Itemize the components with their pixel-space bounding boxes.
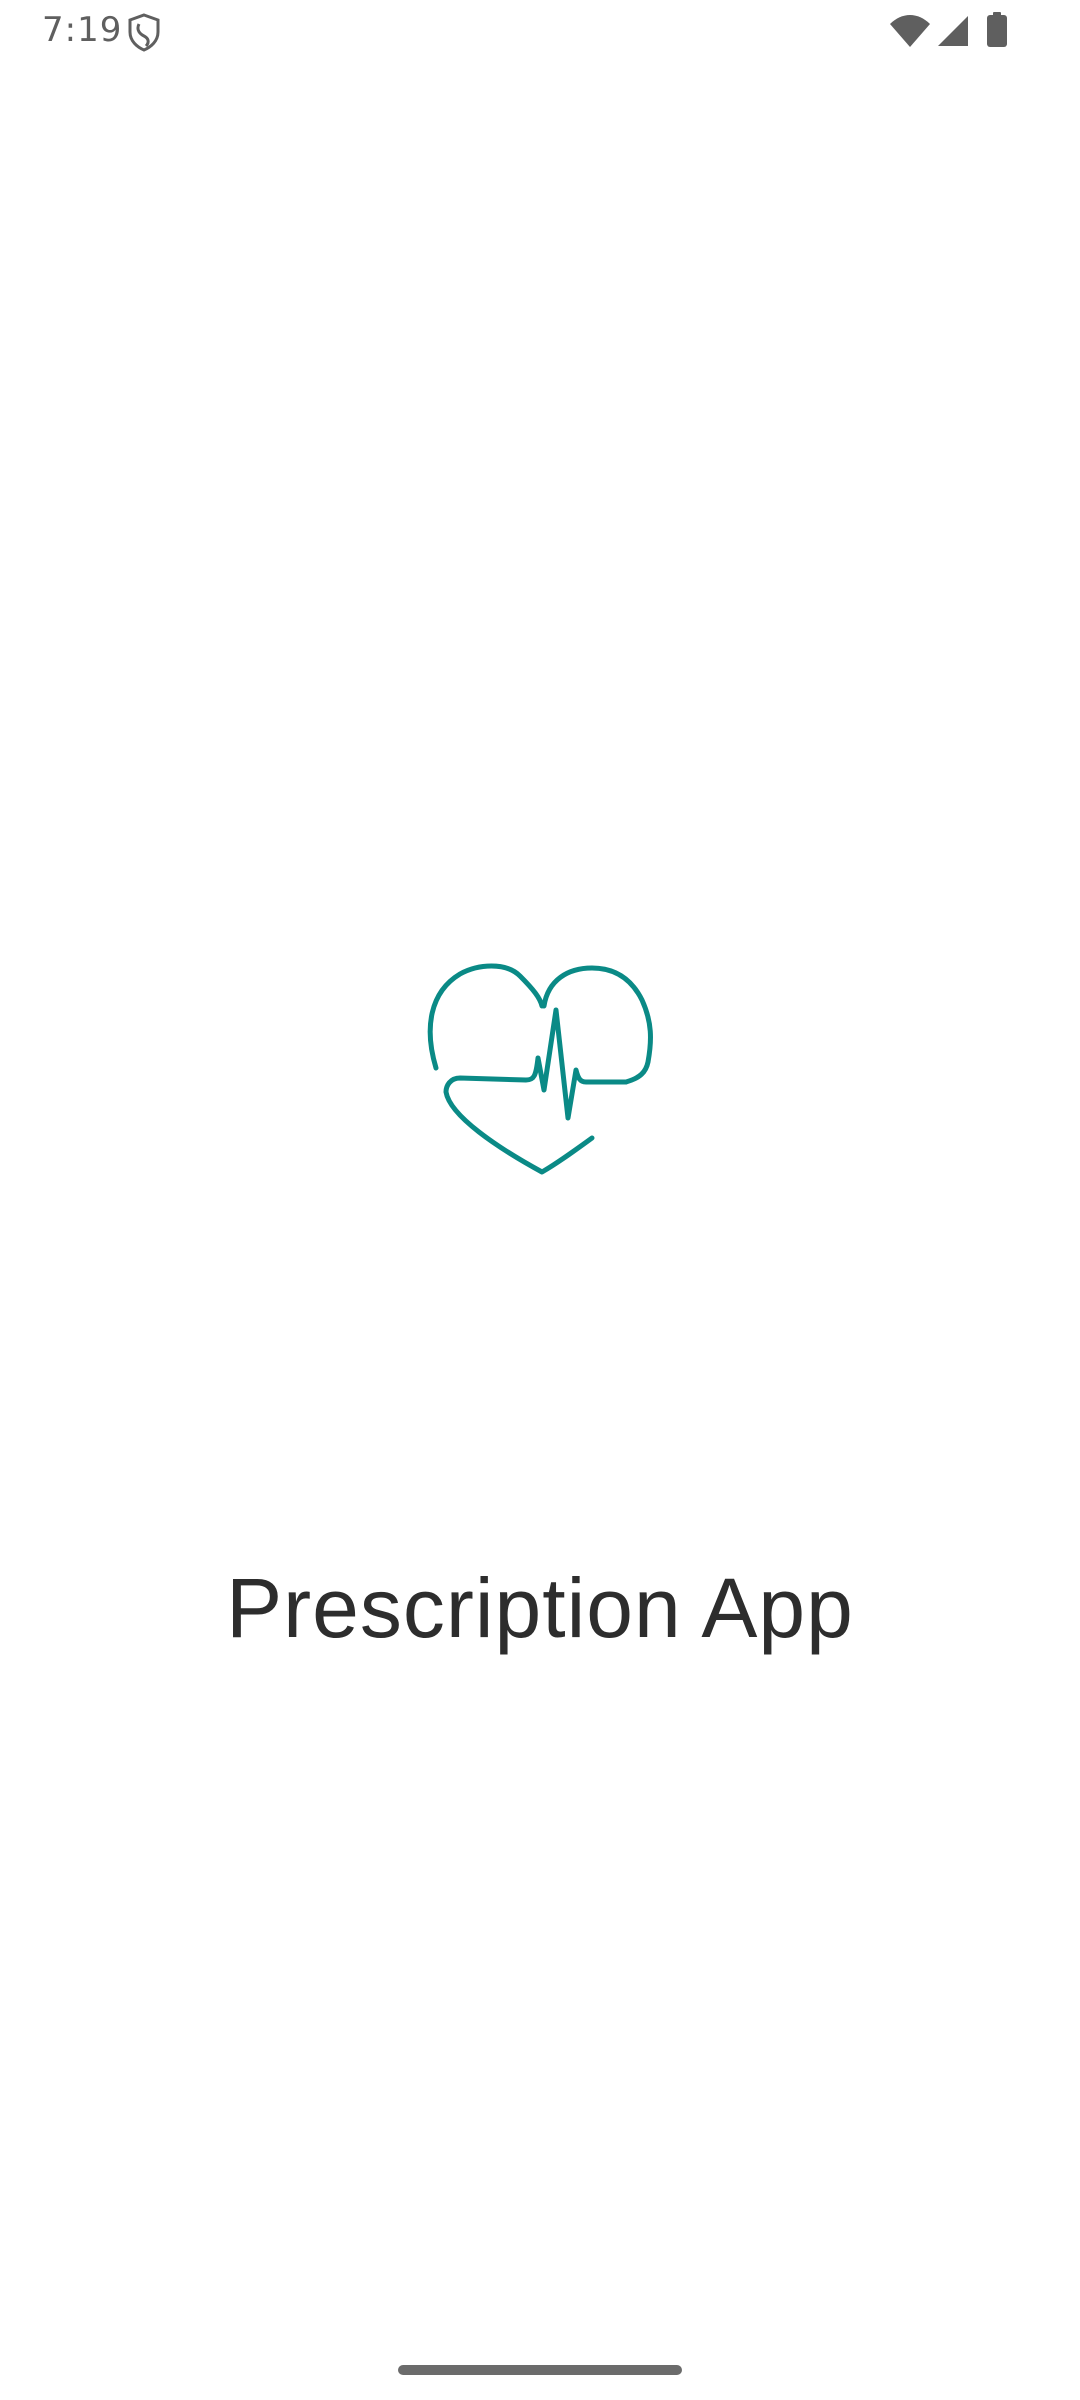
home-indicator[interactable] [398, 2365, 682, 2375]
splash-screen: 7:19 Prescription App [0, 0, 1080, 2400]
shield-icon [126, 12, 162, 56]
wifi-icon [888, 14, 932, 52]
cellular-signal-icon [936, 14, 970, 52]
battery-icon [986, 12, 1008, 52]
status-time: 7:19 [42, 10, 123, 50]
heart-pulse-icon [420, 940, 700, 1200]
status-bar: 7:19 [0, 0, 1080, 64]
app-title: Prescription App [226, 1561, 854, 1655]
